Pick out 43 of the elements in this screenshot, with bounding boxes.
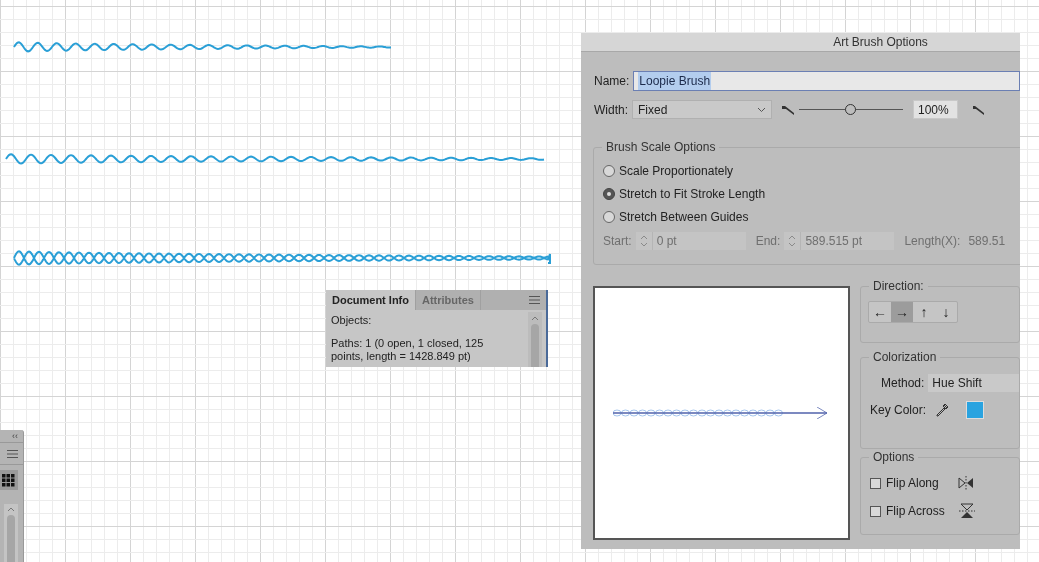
scroll-up-icon [7,506,15,512]
eyedropper-icon[interactable] [934,402,951,418]
direction-button[interactable]: ↓ [935,302,957,322]
flip-vertical-icon [958,503,975,519]
scroll-up-icon [531,315,539,321]
name-field[interactable]: Loopie Brush [633,71,1020,91]
key-color-swatch[interactable] [966,401,985,419]
stepper-icon [639,234,648,248]
chevron-down-icon [757,106,766,113]
taper-icon [972,103,986,116]
flip-horizontal-icon [956,476,975,490]
key-color-label: Key Color: [870,402,927,419]
end-label: End: [755,233,781,250]
info-text: Objects: [331,314,373,327]
window-title: Art Brush Options [833,34,928,51]
direction-button[interactable]: → [891,302,913,322]
grid-icon [2,473,15,487]
group-title: Options [869,449,919,465]
scrollbar[interactable] [4,504,18,562]
grid-view-button[interactable] [0,470,18,490]
width-percent-field[interactable]: 100% [913,100,958,119]
panel-tab[interactable]: Document Info [326,290,416,310]
length-value: 589.51 [968,233,1006,250]
width-slider[interactable] [799,103,903,116]
group-title: Brush Scale Options [602,139,720,155]
taper-icon [781,103,795,116]
scrollbar[interactable] [528,312,542,367]
width-dropdown[interactable]: Fixed [632,100,772,119]
menu-icon[interactable] [529,296,540,304]
checkbox[interactable]: Flip Along [870,474,939,492]
info-text: Paths: 1 (0 open, 1 closed, 125 points, length = 1428.849 pt) [331,337,485,363]
name-label: Name: [594,73,630,90]
width-label: Width: [594,101,628,119]
checkbox[interactable]: Flip Across [870,502,945,520]
start-label: Start: [603,233,632,250]
direction-button[interactable]: ↑ [913,302,935,322]
stepper-icon [788,234,797,248]
method-dropdown[interactable]: Hue Shift [928,374,1019,392]
length-label: Length(X): [904,233,961,250]
collapse-button[interactable]: ‹‹ [12,430,23,442]
menu-icon[interactable] [7,450,18,458]
direction-button[interactable]: ← [869,302,891,322]
method-label: Method: [881,375,925,392]
